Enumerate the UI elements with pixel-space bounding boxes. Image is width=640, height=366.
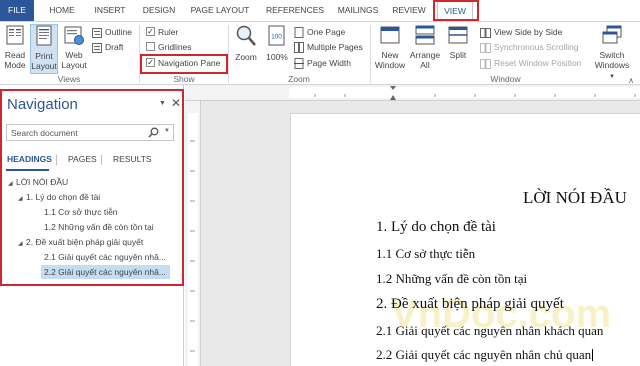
reset-position-icon	[480, 58, 491, 69]
new-window-label-1: New	[381, 50, 399, 60]
collapse-ribbon-icon[interactable]: ∧	[628, 76, 634, 85]
highlight-box-view-tab	[433, 0, 479, 21]
ribbon: Read Mode Print Layout Web Layout Outlin…	[0, 21, 640, 85]
ribbon-tab-bar: FILE HOME INSERT DESIGN PAGE LAYOUT REFE…	[0, 0, 640, 21]
doc-paragraph: 1.1 Cơ sở thực tiễn	[376, 246, 476, 261]
tab-review[interactable]: REVIEW	[390, 0, 428, 21]
synchronous-scrolling-button[interactable]: Synchronous Scrolling	[480, 41, 579, 54]
highlight-box-navigation-pane	[140, 54, 228, 74]
doc-heading: 1. Lý do chọn đề tài	[376, 219, 496, 235]
read-mode-label-2: Mode	[4, 60, 26, 70]
vertical-ruler[interactable]	[185, 101, 201, 366]
view-side-by-side-button[interactable]: View Side by Side	[480, 26, 562, 39]
highlight-box-navigation	[0, 89, 184, 286]
text-cursor	[592, 349, 594, 361]
draft-button[interactable]: Draft	[92, 41, 123, 54]
new-window-icon	[380, 26, 400, 44]
reset-position-label: Reset Window Position	[494, 58, 582, 68]
draft-label: Draft	[105, 42, 124, 52]
doc-paragraph-cursor: 2.2 Giải quyết các nguyên nhân chủ quan	[376, 347, 594, 363]
split-icon	[448, 26, 468, 44]
split-label: Split	[449, 50, 467, 60]
arrange-all-button[interactable]: Arrange All	[408, 24, 442, 70]
new-window-button[interactable]: New Window	[373, 24, 407, 70]
views-group-label: Views	[57, 74, 81, 84]
tab-references[interactable]: REFERENCES	[262, 0, 328, 21]
new-window-label-2: Window	[374, 60, 406, 70]
one-page-label: One Page	[307, 27, 346, 37]
web-layout-button[interactable]: Web Layout	[60, 24, 88, 70]
one-page-button[interactable]: One Page	[294, 26, 345, 39]
ruler-checkbox[interactable]: ✓ Ruler	[146, 26, 178, 39]
one-page-icon	[294, 27, 304, 39]
web-layout-label-1: Web	[65, 50, 83, 60]
draft-icon	[92, 42, 102, 53]
window-group-label: Window	[490, 74, 521, 84]
gridlines-label: Gridlines	[158, 42, 192, 52]
outline-icon	[92, 27, 102, 38]
print-layout-label-2: Layout	[31, 61, 57, 71]
doc-heading: 2. Đề xuất biện pháp giải quyết	[376, 296, 564, 312]
doc-title: LỜI NÓI ĐẦU	[523, 188, 627, 207]
web-layout-label-2: Layout	[61, 60, 87, 70]
ruler-ticks	[188, 113, 198, 366]
switch-windows-label-2-text: Windows	[594, 60, 630, 70]
document-area: VnDoc.com LỜI NÓI ĐẦU 1. Lý do chọn đề t…	[185, 85, 640, 366]
read-mode-button[interactable]: Read Mode	[2, 24, 28, 70]
zoom-100-label: 100%	[266, 52, 288, 62]
gridlines-check-icon	[146, 42, 155, 52]
print-layout-icon	[36, 25, 52, 46]
sync-scroll-icon	[480, 42, 491, 53]
web-layout-icon	[64, 26, 84, 45]
doc-paragraph: 2.1 Giải quyết các nguyên nhân khách qua…	[376, 323, 604, 338]
side-by-side-icon	[480, 27, 491, 38]
ruler-label: Ruler	[158, 27, 179, 37]
tab-mailings[interactable]: MAILINGS	[332, 0, 384, 21]
ruler-check-icon: ✓	[146, 27, 155, 37]
tab-home[interactable]: HOME	[44, 0, 80, 21]
doc-paragraph: 2.2 Giải quyết các nguyên nhân chủ quan	[376, 347, 592, 362]
doc-paragraph: 1.2 Những vấn đề còn tồn tại	[376, 271, 528, 286]
switch-windows-label-1: Switch	[599, 50, 625, 60]
outline-label: Outline	[105, 27, 132, 37]
print-layout-button[interactable]: Print Layout	[30, 24, 58, 74]
outline-button[interactable]: Outline	[92, 26, 132, 39]
tab-page-layout[interactable]: PAGE LAYOUT	[187, 0, 253, 21]
arrange-all-label-2: All	[420, 60, 430, 70]
reset-window-position-button[interactable]: Reset Window Position	[480, 57, 581, 70]
read-mode-label-1: Read	[4, 50, 26, 60]
side-by-side-label: View Side by Side	[494, 27, 563, 37]
tab-file[interactable]: FILE	[0, 0, 34, 21]
tab-design[interactable]: DESIGN	[137, 0, 181, 21]
print-layout-label-1: Print	[35, 51, 53, 61]
split-button[interactable]: Split	[443, 24, 473, 60]
read-mode-icon	[6, 25, 24, 45]
page-width-button[interactable]: Page Width	[294, 57, 351, 70]
gridlines-checkbox[interactable]: Gridlines	[146, 41, 192, 54]
multiple-pages-label: Multiple Pages	[307, 42, 363, 52]
ruler-ticks	[289, 86, 640, 100]
page-width-icon	[294, 58, 304, 70]
svg-text:100: 100	[271, 34, 282, 41]
magnifier-icon	[236, 25, 256, 46]
zoom-group-label: Zoom	[288, 74, 310, 84]
zoom-label: Zoom	[235, 52, 257, 62]
sync-scroll-label: Synchronous Scrolling	[494, 42, 579, 52]
show-group-label: Show	[173, 74, 195, 84]
arrange-all-label-1: Arrange	[409, 50, 441, 60]
multiple-pages-icon	[294, 42, 304, 54]
zoom-100-button[interactable]: 100 100%	[262, 24, 292, 62]
zoom-button[interactable]: Zoom	[231, 24, 261, 62]
page-width-label: Page Width	[307, 58, 351, 68]
horizontal-ruler[interactable]	[185, 85, 640, 101]
arrange-all-icon	[415, 25, 435, 45]
document-page[interactable]: VnDoc.com LỜI NÓI ĐẦU 1. Lý do chọn đề t…	[290, 113, 640, 366]
zoom-100-icon: 100	[268, 25, 285, 46]
tab-insert[interactable]: INSERT	[88, 0, 132, 21]
multiple-pages-button[interactable]: Multiple Pages	[294, 41, 363, 54]
switch-windows-icon	[602, 25, 622, 44]
